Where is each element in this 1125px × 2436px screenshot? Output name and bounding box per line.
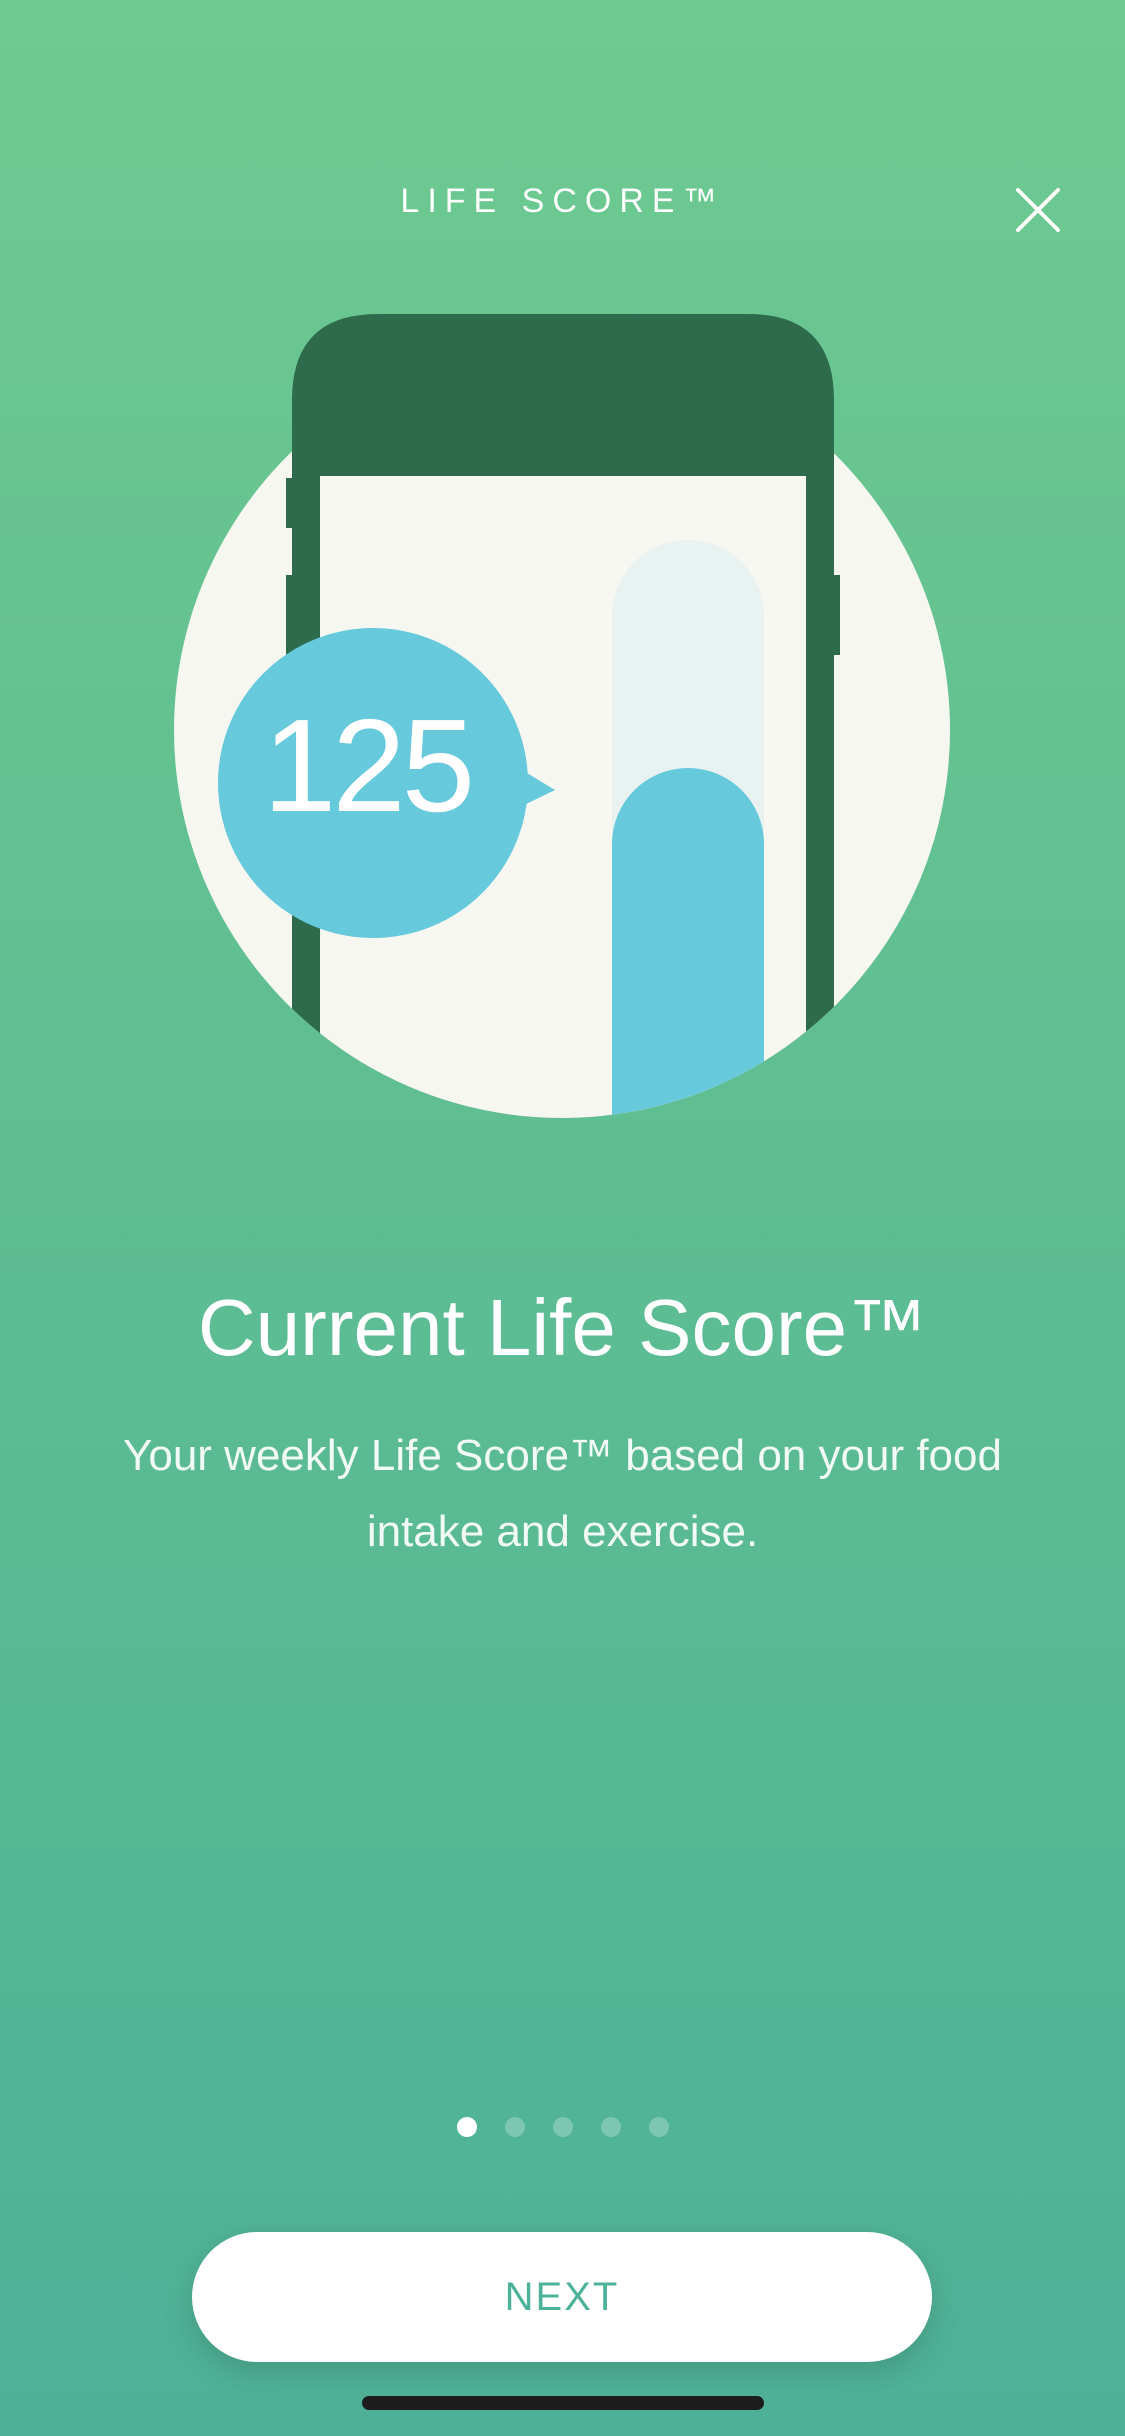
score-value: 125 <box>262 692 475 839</box>
page-dot-2[interactable] <box>504 2117 525 2137</box>
description-text: Your weekly Life Score™ based on your fo… <box>123 1431 1002 1556</box>
home-indicator <box>362 2396 764 2410</box>
page-indicator <box>0 2117 1125 2137</box>
page-dot-4[interactable] <box>600 2117 621 2137</box>
next-button[interactable]: NEXT <box>192 2232 932 2362</box>
page-dot-3[interactable] <box>552 2117 573 2137</box>
page-dot-1[interactable] <box>456 2117 477 2137</box>
life-score-illustration <box>174 314 950 1118</box>
onboarding-screen: LIFE SCORE™ 125 Current Life Score™ Your… <box>0 0 1125 2436</box>
next-button-label: NEXT <box>504 2274 620 2319</box>
phone-top <box>292 314 834 476</box>
headline: Current Life Score™ <box>197 1283 928 1372</box>
page-dot-5[interactable] <box>648 2117 669 2137</box>
score-bar-fill <box>612 768 764 1118</box>
